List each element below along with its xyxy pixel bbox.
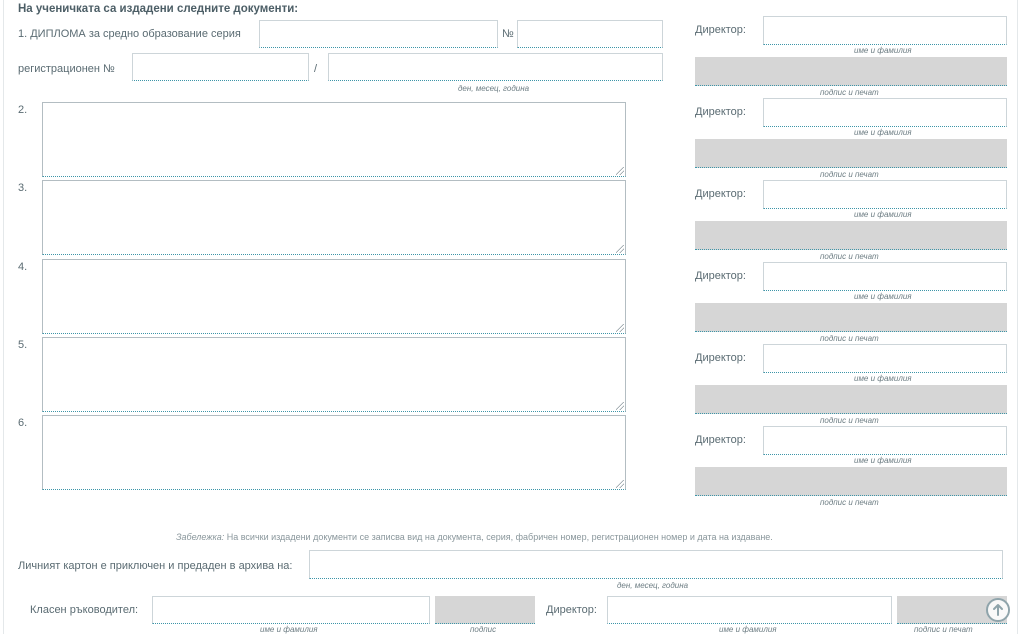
registration-number-input[interactable] [132,53,309,81]
document-2-label: 2. [18,104,28,116]
director-signature-hint: подпис и печат [820,498,879,507]
archive-date-hint: ден, месец, година [617,581,689,590]
note-text: На всички издадени документи се записва … [224,532,773,542]
class-teacher-name-hint: име и фамилия [260,625,318,634]
document-4-textarea[interactable] [42,259,626,334]
director-name-input[interactable] [763,98,1007,127]
document-3-label: 3. [18,182,28,194]
diploma-number-input[interactable] [517,20,663,48]
director-label: Директор: [695,106,746,118]
director-signature-box[interactable] [695,221,1007,250]
resize-grip-icon[interactable] [616,245,624,253]
registration-date-hint: ден, месец, година [458,84,530,93]
director-label: Директор: [695,434,746,446]
form-page: На ученичката са издадени следните докум… [3,0,1018,634]
class-teacher-signature-hint: подпис [470,625,497,634]
footer-director-label: Директор: [546,604,597,616]
diploma-label: 1. ДИПЛОМА за средно образование серия [18,28,241,40]
class-teacher-label: Класен ръководител: [30,604,139,616]
director-name-hint: име и фамилия [854,46,912,55]
documents-heading: На ученичката са издадени следните докум… [18,3,299,15]
director-signature-box[interactable] [695,57,1007,86]
director-signature-hint: подпис и печат [820,416,879,425]
document-6-label: 6. [18,417,28,429]
slash-separator: / [314,63,318,75]
director-signature-box[interactable] [695,303,1007,332]
document-3-textarea[interactable] [42,180,626,255]
director-name-input[interactable] [763,180,1007,209]
director-signature-box[interactable] [695,139,1007,168]
footer-director-name-hint: име и фамилия [719,625,777,634]
document-5-label: 5. [18,339,28,351]
document-5-textarea[interactable] [42,337,626,412]
director-name-hint: име и фамилия [854,374,912,383]
footer-director-name-input[interactable] [607,596,892,624]
registration-date-input[interactable] [328,53,663,81]
class-teacher-signature-box[interactable] [435,596,535,624]
diploma-series-input[interactable] [259,20,498,48]
director-signature-box[interactable] [695,385,1007,414]
note-prefix: Забележка: [176,532,225,542]
director-label: Директор: [695,24,746,36]
director-name-input[interactable] [763,262,1007,291]
document-2-textarea[interactable] [42,102,626,177]
director-signature-hint: подпис и печат [820,252,879,261]
resize-grip-icon[interactable] [616,480,624,488]
archive-date-input[interactable] [309,550,1003,579]
document-4-label: 4. [18,261,28,273]
diploma-number-label: № [502,28,514,40]
director-name-input[interactable] [763,426,1007,455]
class-teacher-name-input[interactable] [152,596,430,624]
director-name-hint: име и фамилия [854,292,912,301]
director-name-input[interactable] [763,16,1007,45]
director-label: Директор: [695,270,746,282]
director-name-hint: име и фамилия [854,456,912,465]
resize-grip-icon[interactable] [616,167,624,175]
director-signature-box[interactable] [695,467,1007,496]
archive-label: Личният картон е приключен и предаден в … [18,560,293,572]
documents-note: Забележка: На всички издадени документи … [176,532,773,542]
director-name-hint: име и фамилия [854,128,912,137]
director-signature-hint: подпис и печат [820,334,879,343]
registration-number-label: регистрационен № [18,63,115,75]
resize-grip-icon[interactable] [616,324,624,332]
director-signature-hint: подпис и печат [820,170,879,179]
director-name-input[interactable] [763,344,1007,373]
director-name-hint: име и фамилия [854,210,912,219]
director-label: Директор: [695,188,746,200]
director-signature-hint: подпис и печат [820,88,879,97]
scroll-to-top-button[interactable] [986,598,1010,622]
document-6-textarea[interactable] [42,415,626,490]
footer-director-signature-hint: подпис и печат [914,625,973,634]
arrow-up-circle-icon [993,604,1003,616]
director-label: Директор: [695,352,746,364]
resize-grip-icon[interactable] [616,402,624,410]
